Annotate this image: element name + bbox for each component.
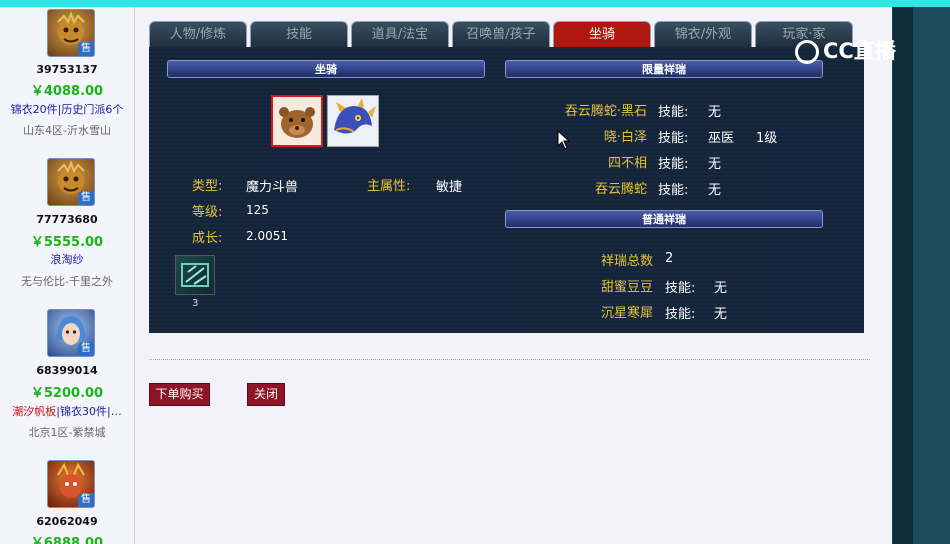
sell-badge: 售 bbox=[78, 191, 94, 205]
limited-skill-label-1: 技能: bbox=[658, 105, 689, 120]
normal-skill-value-1: 无 bbox=[714, 281, 728, 296]
limited-skill-value-3: 无 bbox=[708, 157, 722, 172]
normal-total-value: 2 bbox=[665, 251, 674, 266]
cc-logo-icon bbox=[795, 40, 819, 64]
normal-name-1: 甜蜜豆豆 bbox=[600, 280, 653, 295]
listing-id: 77773680 bbox=[36, 213, 98, 226]
listing-id: 68399014 bbox=[36, 364, 98, 377]
listing-tags-highlight: 潮汐帆板 bbox=[12, 405, 57, 418]
main-attr-label: 主属性: bbox=[367, 179, 411, 194]
right-game-frame bbox=[913, 7, 950, 544]
growth-value: 2.0051 bbox=[246, 229, 288, 243]
dragon-mount-icon bbox=[328, 96, 378, 146]
limited-skill-value-1: 无 bbox=[708, 105, 722, 120]
listing-price: ￥4088.00 bbox=[30, 84, 104, 99]
listing-avatar[interactable]: 售 bbox=[47, 460, 95, 508]
limited-skill-label-4: 技能: bbox=[658, 183, 689, 198]
listing-id: 39753137 bbox=[36, 63, 98, 76]
mount-header: 坐骑 bbox=[167, 60, 485, 78]
detail-area: 人物/修炼 技能 道具/法宝 召唤兽/孩子 坐骑 锦衣/外观 玩家·家 坐骑 类… bbox=[135, 7, 880, 544]
growth-label: 成长: bbox=[192, 231, 223, 246]
limited-header: 限量祥瑞 bbox=[505, 60, 823, 78]
close-button[interactable]: 关闭 bbox=[247, 383, 285, 406]
tab-character[interactable]: 人物/修炼 bbox=[149, 21, 247, 47]
buy-button[interactable]: 下单购买 bbox=[149, 383, 210, 406]
listing-tags[interactable]: 潮汐帆板|锦衣30件|… bbox=[0, 403, 134, 419]
level-value: 125 bbox=[246, 203, 269, 217]
listing-avatar[interactable]: 售 bbox=[47, 158, 95, 206]
mount-slot-1[interactable] bbox=[271, 95, 323, 147]
limited-name-3: 四不相 bbox=[607, 156, 647, 171]
top-window-bar bbox=[0, 0, 950, 7]
limited-skill-label-3: 技能: bbox=[658, 157, 689, 172]
listing-tags-text: 浪淘纱 bbox=[50, 253, 84, 266]
normal-skill-value-2: 无 bbox=[714, 307, 728, 322]
mount-panel: 坐骑 类型: 魔力斗兽 主属性: 敏捷 等级: 125 成长: 2.0051 3… bbox=[149, 47, 864, 333]
normal-name-2: 沉星寒犀 bbox=[600, 306, 653, 321]
tab-appearance[interactable]: 锦衣/外观 bbox=[654, 21, 752, 47]
level-label: 等级: bbox=[192, 205, 223, 220]
limited-skill-level-2: 1级 bbox=[756, 131, 778, 146]
right-page-edge bbox=[880, 7, 892, 544]
listing-sidebar[interactable]: 售 39753137 ￥4088.00 锦衣20件|历史门派6个 山东4区-沂水… bbox=[0, 7, 135, 544]
stream-watermark: CC直播 bbox=[795, 36, 925, 66]
limited-skill-label-2: 技能: bbox=[658, 131, 689, 146]
main-attr-value: 敏捷 bbox=[436, 180, 463, 195]
type-label: 类型: bbox=[192, 179, 223, 194]
item-count: 3 bbox=[192, 298, 199, 309]
sell-badge: 售 bbox=[78, 342, 94, 356]
normal-skill-label-1: 技能: bbox=[665, 281, 696, 296]
normal-skill-label-2: 技能: bbox=[665, 307, 696, 322]
limited-name-2: 晓·白泽 bbox=[603, 130, 647, 145]
listing-avatar[interactable]: 售 bbox=[47, 309, 95, 357]
section-divider bbox=[149, 359, 870, 360]
watermark-text: CC直播 bbox=[823, 39, 896, 63]
listing-tags-text: 锦衣20件|历史门派6个 bbox=[10, 103, 124, 116]
listing-id: 62062049 bbox=[36, 515, 98, 528]
tab-pets[interactable]: 召唤兽/孩子 bbox=[452, 21, 550, 47]
listing-price: ￥5200.00 bbox=[30, 386, 104, 401]
limited-skill-value-4: 无 bbox=[708, 183, 722, 198]
listing-tags-text: |锦衣30件|… bbox=[56, 405, 122, 418]
limited-skill-value-2: 巫医 bbox=[708, 131, 735, 146]
sell-badge: 售 bbox=[78, 42, 94, 56]
normal-total-label: 祥瑞总数 bbox=[600, 254, 653, 269]
listing-avatar[interactable]: 售 bbox=[47, 9, 95, 57]
listing-server: 无与伦比-千里之外 bbox=[21, 275, 113, 288]
listing-price: ￥5555.00 bbox=[30, 235, 104, 250]
mount-equipment-slot[interactable] bbox=[175, 255, 215, 295]
right-dark-strip bbox=[893, 7, 913, 544]
sell-badge: 售 bbox=[78, 493, 94, 507]
normal-header: 普通祥瑞 bbox=[505, 210, 823, 228]
listing-server: 山东4区-沂水雪山 bbox=[23, 124, 111, 137]
limited-name-1: 吞云腾蛇·黑石 bbox=[564, 104, 647, 119]
listing-tags[interactable]: 浪淘纱 bbox=[0, 251, 134, 267]
listing-server: 北京1区-紫禁城 bbox=[28, 426, 106, 439]
bear-mount-icon bbox=[273, 97, 321, 145]
tab-items[interactable]: 道具/法宝 bbox=[351, 21, 449, 47]
limited-name-4: 吞云腾蛇 bbox=[594, 182, 647, 197]
listing-tags[interactable]: 锦衣20件|历史门派6个 bbox=[0, 101, 134, 117]
listing-price: ￥6888.00 bbox=[30, 536, 104, 544]
type-value: 魔力斗兽 bbox=[246, 180, 299, 195]
right-game-border bbox=[880, 7, 950, 544]
tab-mount[interactable]: 坐骑 bbox=[553, 21, 651, 47]
armor-item-icon bbox=[181, 263, 209, 287]
mouse-cursor-icon bbox=[557, 130, 571, 150]
mount-slot-2[interactable] bbox=[327, 95, 379, 147]
tab-skills[interactable]: 技能 bbox=[250, 21, 348, 47]
